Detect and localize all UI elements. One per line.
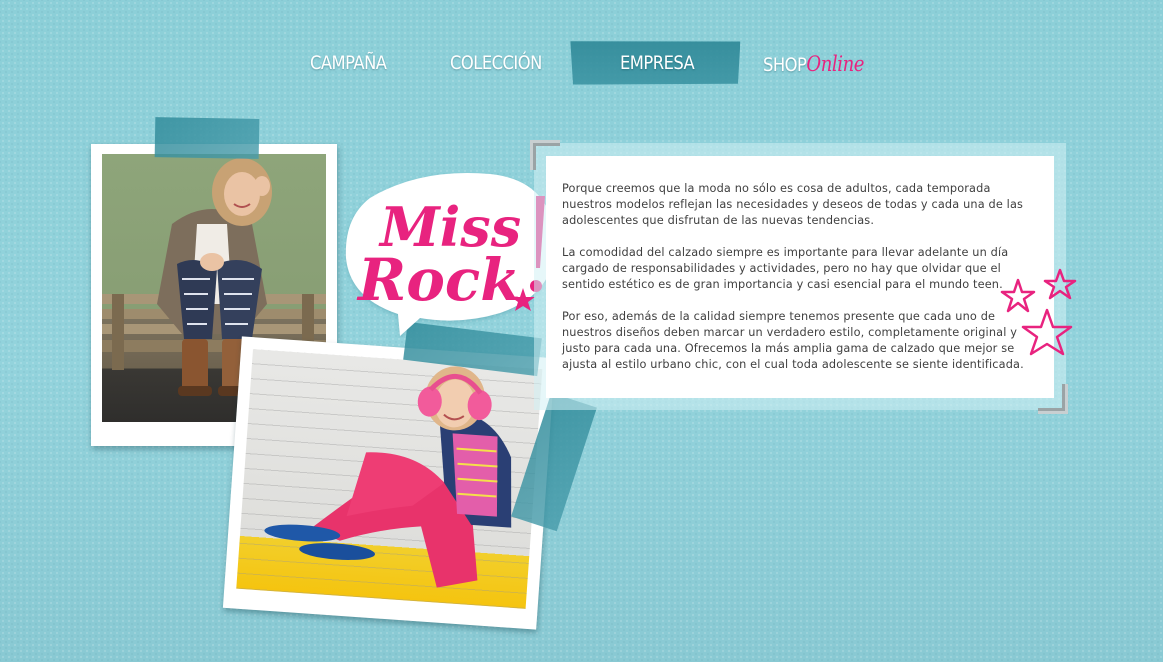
- company-description: Porque creemos que la moda no sólo es co…: [562, 181, 1040, 389]
- nav-shop-accent-label: Online: [806, 52, 865, 76]
- paragraph-3: Por eso, además de la calidad siempre te…: [562, 310, 1024, 371]
- logo-text-rock: Rock: [356, 246, 520, 314]
- corner-bracket-icon: [530, 140, 560, 170]
- tape-photo-1: [154, 117, 260, 159]
- nav-item-empresa[interactable]: EMPRESA: [620, 52, 695, 74]
- photo-girl-earmuffs-image: [236, 349, 543, 609]
- nav-item-campana[interactable]: CAMPAÑA: [310, 52, 387, 74]
- company-text-panel: Porque creemos que la moda no sólo es co…: [546, 156, 1054, 398]
- paragraph-2: La comodidad del calzado siempre es impo…: [562, 246, 1009, 291]
- photo-frame-girl-earmuffs: [222, 336, 556, 630]
- main-nav: CAMPAÑA COLECCIÓN EMPRESA SHOPOnline: [280, 40, 920, 92]
- miss-rock-logo: Miss Rock: [340, 168, 560, 338]
- nav-item-shop-online[interactable]: SHOPOnline: [763, 52, 864, 76]
- nav-item-coleccion[interactable]: COLECCIÓN: [450, 52, 542, 74]
- corner-bracket-icon: [1038, 384, 1068, 414]
- paragraph-1: Porque creemos que la moda no sólo es co…: [562, 182, 1024, 227]
- nav-shop-label: SHOP: [763, 54, 807, 76]
- star-doodle-icon: [1000, 268, 1077, 356]
- photo-girl-earmuffs-illustration: [264, 366, 512, 588]
